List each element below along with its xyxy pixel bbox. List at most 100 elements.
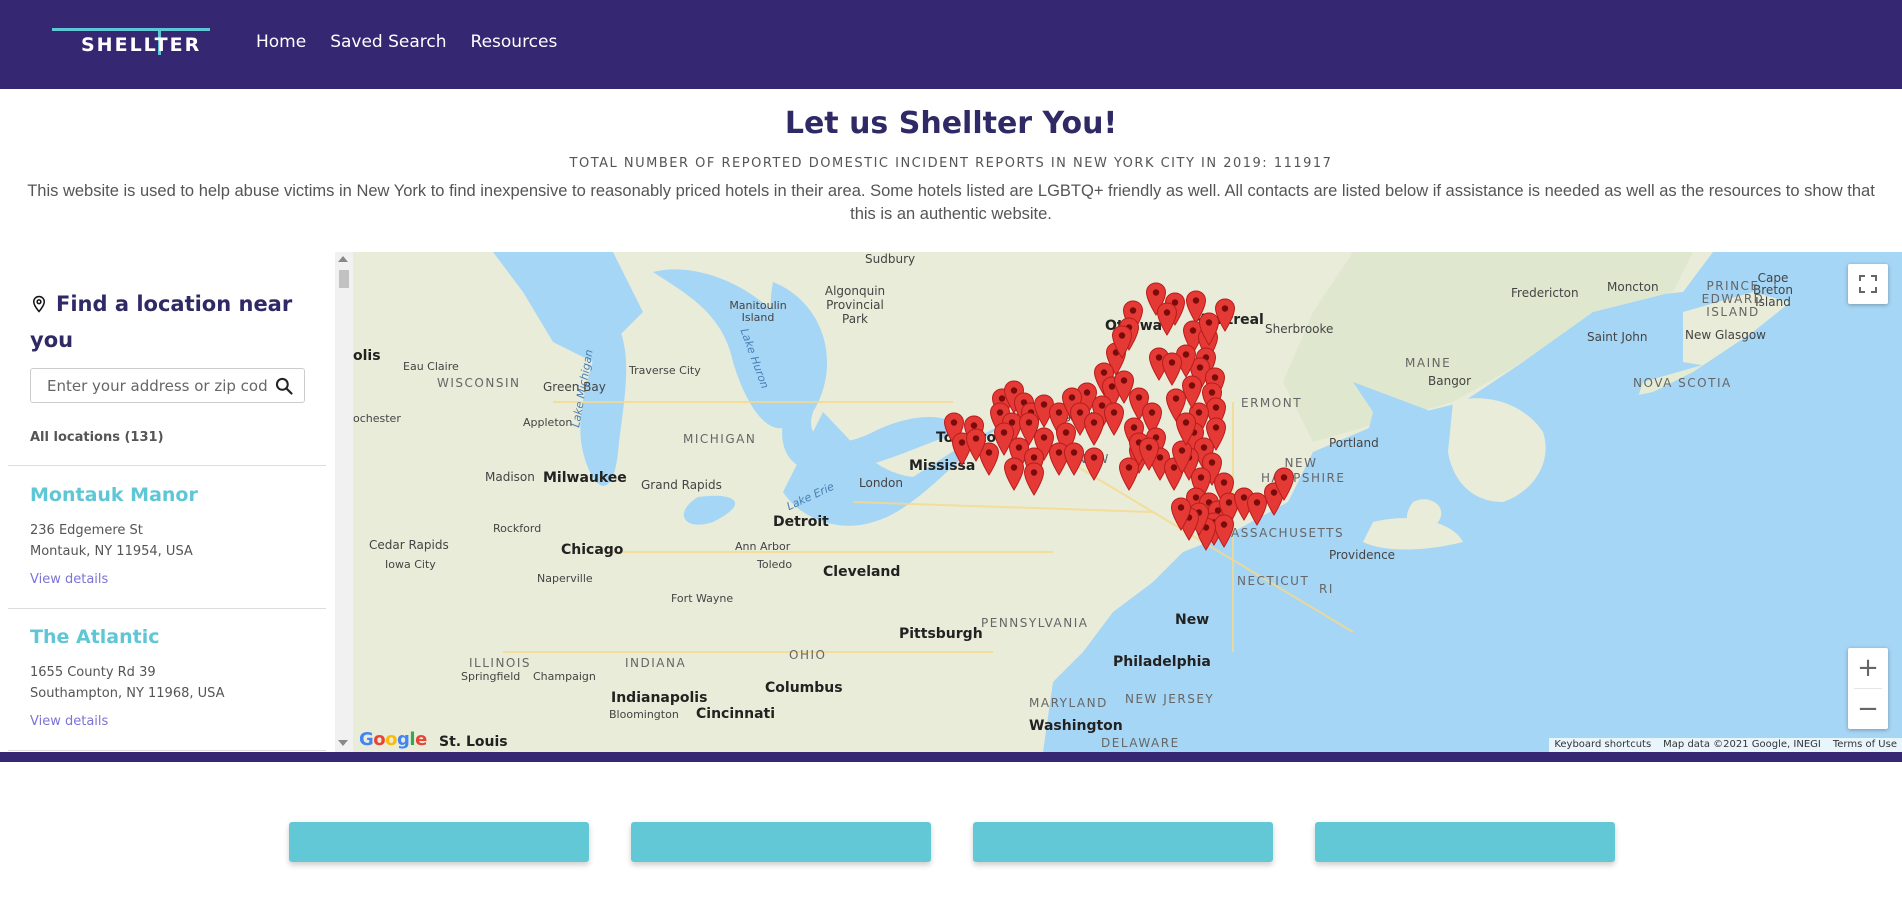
nav-saved-search[interactable]: Saved Search — [330, 32, 446, 52]
map-label: Moncton — [1607, 280, 1659, 294]
map-label: Chicago — [561, 542, 624, 558]
map-label: Washington — [1029, 718, 1123, 734]
map-label: Philadelphia — [1113, 654, 1211, 670]
map-label: Cedar Rapids — [369, 538, 449, 552]
scroll-up-arrow-icon[interactable] — [338, 256, 348, 262]
view-details-link[interactable]: View details — [30, 714, 320, 729]
map-label: Saint John — [1587, 330, 1648, 344]
map-label: PRINCE EDWARD ISLAND — [1701, 279, 1765, 319]
view-details-link[interactable]: View details — [30, 572, 320, 587]
map-label: Champaign — [533, 670, 596, 683]
location-address: 1655 County Rd 39 Southampton, NY 11968,… — [30, 662, 320, 704]
map-label: WISCONSIN — [437, 376, 521, 390]
map-label: Columbus — [765, 680, 843, 696]
map-label: Indianapolis — [611, 690, 708, 706]
map-label: DELAWARE — [1101, 736, 1180, 750]
map-marker-icon[interactable] — [1023, 462, 1045, 496]
map-label: ERMONT — [1241, 396, 1303, 410]
map-marker-icon[interactable] — [1063, 442, 1085, 476]
nav-resources[interactable]: Resources — [471, 32, 558, 52]
map-marker-icon[interactable] — [1111, 325, 1133, 359]
nav-home[interactable]: Home — [256, 32, 306, 52]
location-pin-icon — [32, 295, 46, 313]
map-label: Appleton — [523, 416, 573, 429]
location-street: 1655 County Rd 39 — [30, 665, 156, 680]
map-label: Naperville — [537, 572, 593, 585]
scrollbar-thumb[interactable] — [339, 270, 349, 288]
map-label: Pittsburgh — [899, 626, 983, 642]
map-label: Providence — [1329, 548, 1396, 562]
map-label: Green Bay — [543, 380, 606, 394]
incident-count-subtitle: TOTAL NUMBER OF REPORTED DOMESTIC INCIDE… — [569, 156, 1333, 171]
footer-button-1[interactable] — [289, 822, 589, 862]
map-label: New — [1175, 612, 1210, 628]
map-marker-icon[interactable] — [1103, 402, 1125, 436]
map-marker-icon[interactable] — [1161, 352, 1183, 386]
all-locations-count[interactable]: All locations (131) — [30, 430, 164, 445]
map-label: PENNSYLVANIA — [981, 616, 1089, 630]
finder-heading-text: Find a location near you — [30, 292, 293, 352]
map-marker-icon[interactable] — [1003, 457, 1025, 491]
terms-of-use-link[interactable]: Terms of Use — [1833, 738, 1897, 752]
map-label: Toledo — [757, 558, 793, 571]
zoom-out-button[interactable]: − — [1848, 689, 1888, 729]
divider-band — [0, 752, 1902, 762]
map-marker-icon[interactable] — [1175, 412, 1197, 446]
search-icon[interactable] — [274, 376, 294, 396]
map-label: Sudbury — [865, 252, 916, 266]
footer-button-3[interactable] — [973, 822, 1273, 862]
map-label: ochester — [353, 412, 401, 425]
map-label: olis — [353, 348, 381, 364]
map-marker-icon[interactable] — [1181, 375, 1203, 409]
list-divider — [8, 608, 326, 609]
map-label: Detroit — [773, 514, 829, 530]
location-name[interactable]: Montauk Manor — [30, 484, 320, 506]
scroll-down-arrow-icon[interactable] — [338, 740, 348, 746]
map-label: Springfield — [461, 670, 521, 683]
address-search-input[interactable] — [47, 376, 267, 396]
fullscreen-icon — [1859, 275, 1877, 293]
map-label: New Glasgow — [1685, 328, 1766, 342]
map-label: INDIANA — [625, 656, 687, 670]
page-title: Let us Shellter You! — [784, 106, 1118, 141]
map-label: Cleveland — [823, 564, 901, 580]
map-label: OHIO — [789, 648, 827, 662]
map-label: Cincinnati — [696, 706, 776, 722]
map-label: ASSACHUSETTS — [1231, 526, 1345, 540]
map-marker-icon[interactable] — [1138, 437, 1160, 471]
panel-scrollbar[interactable] — [335, 252, 353, 752]
map-label: NEW JERSEY — [1125, 692, 1215, 706]
map-marker-icon[interactable] — [1273, 467, 1295, 501]
footer-button-row — [289, 822, 1615, 862]
location-street: 236 Edgemere St — [30, 523, 143, 538]
map-label: NECTICUT — [1237, 574, 1310, 588]
map-label: Rockford — [493, 522, 542, 535]
map-label: MICHIGAN — [683, 432, 757, 446]
map-marker-icon[interactable] — [1198, 312, 1220, 346]
footer-button-4[interactable] — [1315, 822, 1615, 862]
location-item[interactable]: The Atlantic 1655 County Rd 39 Southampt… — [30, 626, 320, 729]
map-label: Sherbrooke — [1265, 322, 1334, 336]
map-data-credit: Map data ©2021 Google, INEGI — [1663, 739, 1821, 750]
zoom-control: + − — [1848, 648, 1888, 729]
map-marker-icon[interactable] — [1083, 447, 1105, 481]
fullscreen-button[interactable] — [1848, 264, 1888, 304]
map-label: Fredericton — [1511, 286, 1579, 300]
keyboard-shortcuts-link[interactable]: Keyboard shortcuts — [1554, 738, 1651, 752]
map-marker-icon[interactable] — [1156, 302, 1178, 336]
map-marker-icon[interactable] — [965, 428, 987, 462]
list-divider — [8, 750, 326, 751]
map-marker-icon[interactable] — [1083, 412, 1105, 446]
map-label: RI — [1319, 582, 1334, 596]
map-label: NOVA SCOTIA — [1633, 376, 1732, 390]
brand-logo[interactable]: SHELLTER — [52, 28, 212, 58]
locations-map[interactable]: Sudbury Ottawa Montreal Sherbrooke Frede… — [353, 252, 1902, 752]
footer-button-2[interactable] — [631, 822, 931, 862]
location-city: Southampton, NY 11968, USA — [30, 686, 225, 701]
address-search — [30, 368, 305, 403]
zoom-in-button[interactable]: + — [1848, 648, 1888, 688]
location-name[interactable]: The Atlantic — [30, 626, 320, 648]
location-item[interactable]: Montauk Manor 236 Edgemere St Montauk, N… — [30, 484, 320, 587]
map-marker-icon[interactable] — [1170, 497, 1192, 531]
finder-heading: Find a location near you — [30, 286, 310, 358]
